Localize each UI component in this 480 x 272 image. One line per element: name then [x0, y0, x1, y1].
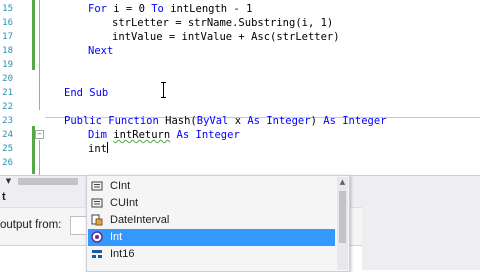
- line-number: 17: [2, 32, 13, 42]
- popup-scrollbar[interactable]: ▲: [337, 177, 348, 270]
- line-number-gutter: 15 16 17 18 19 20 21 22 23 24 25 26: [0, 0, 14, 175]
- function-icon: [91, 231, 103, 243]
- line-number: 18: [2, 46, 13, 56]
- intellisense-popup[interactable]: CInt CUInt DateInterval Int Int16 ▲: [86, 175, 350, 272]
- text-caret: [106, 142, 108, 153]
- completion-item[interactable]: CInt: [88, 178, 335, 195]
- completion-item-selected[interactable]: Int: [88, 229, 335, 246]
- code-text: ): [310, 115, 324, 127]
- keyword: For: [88, 3, 107, 15]
- completion-item-label: CUInt: [110, 197, 139, 209]
- keyword: Public Function: [64, 115, 159, 127]
- warning-squiggle: intReturn: [113, 129, 171, 141]
- completion-item[interactable]: CUInt: [88, 195, 335, 212]
- completion-item-label: Int16: [110, 248, 135, 260]
- struct-icon: [92, 250, 102, 258]
- method-icon: [91, 198, 103, 208]
- code-line-16: strLetter = strName.Substring(i, 1): [112, 17, 334, 29]
- panel-title: t: [2, 191, 6, 203]
- completion-item-label: Int: [110, 231, 123, 243]
- line-number: 20: [2, 74, 13, 84]
- line-number: 15: [2, 4, 13, 14]
- line-number: 25: [2, 144, 13, 154]
- selection-margin: [14, 0, 32, 175]
- code-editor[interactable]: 15 16 17 18 19 20 21 22 23 24 25 26 − Fo…: [0, 0, 480, 175]
- outline-guide: [39, 0, 40, 110]
- keyword: End Sub: [64, 87, 109, 99]
- keyword: Integer: [266, 115, 311, 127]
- keyword: As: [323, 115, 336, 127]
- completion-item-label: CInt: [110, 180, 131, 192]
- keyword: ByVal: [196, 115, 229, 127]
- line-number: 24: [2, 130, 13, 140]
- keyword: As: [176, 129, 190, 141]
- scrollbar-thumb[interactable]: [339, 191, 346, 243]
- line-number: 16: [2, 18, 13, 28]
- panel-background: [362, 189, 480, 270]
- keyword: To: [151, 3, 164, 15]
- method-icon: [91, 181, 103, 191]
- code-line-24: Dim intReturn As Integer: [88, 128, 240, 142]
- line-number: 23: [2, 116, 13, 126]
- keyword: As: [247, 115, 260, 127]
- enum-icon: [91, 214, 103, 226]
- line-number: 26: [2, 158, 13, 168]
- outline-guide: [39, 140, 40, 175]
- line-number: 22: [2, 102, 13, 112]
- completion-item[interactable]: Int16: [88, 246, 335, 263]
- keyword: Next: [88, 45, 114, 57]
- ibeam-cursor-icon: [161, 82, 167, 98]
- completion-item[interactable]: DateInterval: [88, 212, 335, 229]
- code-text: Hash(: [158, 115, 197, 127]
- keyword: Integer: [342, 115, 387, 127]
- code-line-15: For i = 0 To intLength - 1: [88, 2, 252, 16]
- code-line-23: Public Function Hash(ByVal x As Integer)…: [64, 114, 387, 128]
- completion-item-label: DateInterval: [110, 214, 170, 226]
- show-output-from-label: output from:: [0, 219, 62, 231]
- code-text: int: [88, 143, 107, 155]
- code-line-17: intValue = intValue + Asc(strLetter): [112, 31, 340, 43]
- keyword: Integer: [195, 129, 240, 141]
- code-line-21: End Sub: [64, 86, 108, 100]
- keyword: Dim: [88, 129, 107, 141]
- code-text: i = 0: [106, 3, 152, 15]
- scroll-up-icon[interactable]: ▲: [337, 177, 348, 187]
- code-text: x: [228, 115, 248, 127]
- scrollbar-thumb[interactable]: [18, 178, 78, 185]
- line-number: 21: [2, 88, 13, 98]
- zoom-dropdown-arrow-icon[interactable]: ▼: [0, 176, 17, 187]
- code-line-18: Next: [88, 44, 113, 58]
- code-line-25[interactable]: int: [88, 142, 108, 156]
- change-indicator-bar: [32, 0, 35, 70]
- line-number: 19: [2, 60, 13, 70]
- code-text: intLength - 1: [163, 3, 253, 15]
- collapse-toggle-icon[interactable]: −: [35, 130, 44, 139]
